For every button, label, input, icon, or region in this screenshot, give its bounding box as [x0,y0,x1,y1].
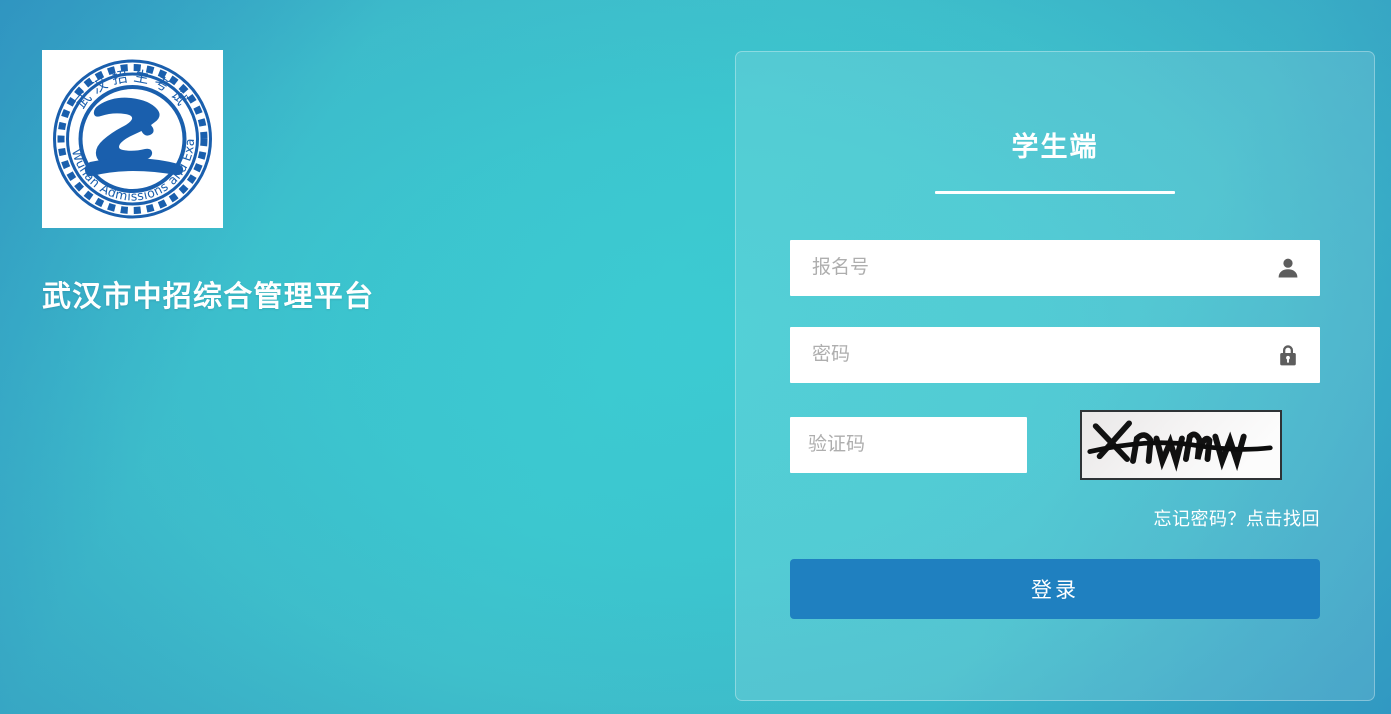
password-field [790,327,1320,383]
panel-title: 学生端 [1011,132,1099,162]
forgot-password-row: 忘记密码？点击找回 [790,505,1320,531]
login-button[interactable]: 登录 [790,559,1320,619]
password-input[interactable] [790,327,1320,383]
wuhan-admissions-seal-icon: 武汉招生考试 Wuhan Admissions and Examinations [42,50,223,228]
login-form: 忘记密码？点击找回 登录 [790,194,1320,619]
captcha-field [790,410,1320,480]
registration-number-field [790,240,1320,296]
site-title: 武汉市中招综合管理平台 [42,281,375,313]
registration-number-input[interactable] [790,240,1320,296]
forgot-password-link[interactable]: 忘记密码？点击找回 [1154,509,1321,529]
captcha-input[interactable] [790,417,1027,473]
logo-container: 武汉招生考试 Wuhan Admissions and Examinations [42,50,223,228]
captcha-image[interactable] [1080,410,1282,480]
branding-area: 武汉招生考试 Wuhan Admissions and Examinations… [42,50,562,315]
login-panel: 学生端 报名号 验证码 忘记密码？点击找回 登录 [735,51,1375,701]
